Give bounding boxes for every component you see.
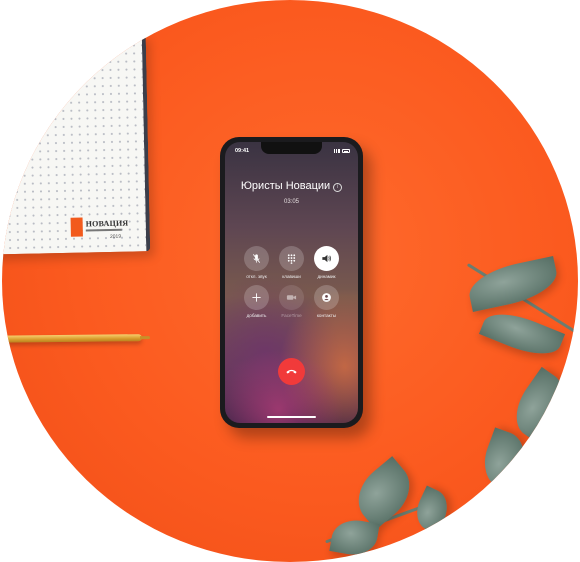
pen: [2, 334, 143, 343]
keypad-label: клавиши: [282, 274, 301, 279]
status-time: 09:41: [235, 148, 250, 154]
mic-off-icon: [244, 246, 269, 271]
status-icons: [334, 149, 350, 153]
notebook-logo-text: НОВАЦИЯ: [85, 218, 129, 229]
leaf: [478, 304, 566, 364]
add-call-label: добавить: [246, 313, 267, 318]
add-call-button[interactable]: добавить: [239, 285, 274, 318]
info-icon[interactable]: i: [333, 183, 343, 192]
speaker-icon: [314, 246, 339, 271]
facetime-button[interactable]: FaceTime: [274, 285, 309, 318]
keypad-button[interactable]: клавиши: [274, 246, 309, 279]
photo-circle: НОВАЦИЯ 2019 09:41 Юристы Новации i 03:05: [2, 0, 578, 562]
home-indicator[interactable]: [267, 415, 316, 418]
leaf: [346, 456, 422, 530]
phone-notch: [261, 142, 322, 154]
call-duration: 03:05: [283, 199, 299, 205]
signal-icon: [334, 149, 340, 153]
speaker-label: динамик: [317, 274, 336, 279]
facetime-label: FaceTime: [281, 313, 302, 318]
leaf: [409, 485, 455, 535]
plus-icon: [244, 285, 269, 310]
smartphone: 09:41 Юристы Новацииi 03:05 откл. звук: [220, 137, 363, 428]
battery-icon: [342, 149, 350, 153]
phone-screen: 09:41 Юристы Новацииi 03:05 откл. звук: [225, 142, 358, 423]
notebook: НОВАЦИЯ 2019: [2, 33, 151, 255]
leaf: [465, 256, 561, 312]
keypad-icon: [279, 246, 304, 271]
contacts-button[interactable]: контакты: [309, 285, 344, 318]
mute-label: откл. звук: [246, 274, 267, 279]
contacts-label: контакты: [316, 313, 337, 318]
notebook-logo-underline: [85, 228, 122, 232]
notebook-logo-sub: 2019: [109, 233, 122, 240]
leaf: [476, 427, 533, 493]
video-icon: [279, 285, 304, 310]
speaker-button[interactable]: динамик: [309, 246, 344, 279]
call-controls: откл. звук клавиши динамик добавить Face…: [239, 246, 344, 318]
end-call-button[interactable]: [278, 358, 305, 385]
notebook-logo-mark: [70, 217, 83, 237]
leaf: [504, 366, 575, 444]
mute-button[interactable]: откл. звук: [239, 246, 274, 279]
caller-name-row: Юристы Новации i: [225, 180, 358, 192]
caller-name: Юристы Новации: [240, 180, 331, 192]
leaf: [329, 516, 380, 559]
contact-icon: [314, 285, 339, 310]
end-call-icon: [286, 369, 297, 374]
